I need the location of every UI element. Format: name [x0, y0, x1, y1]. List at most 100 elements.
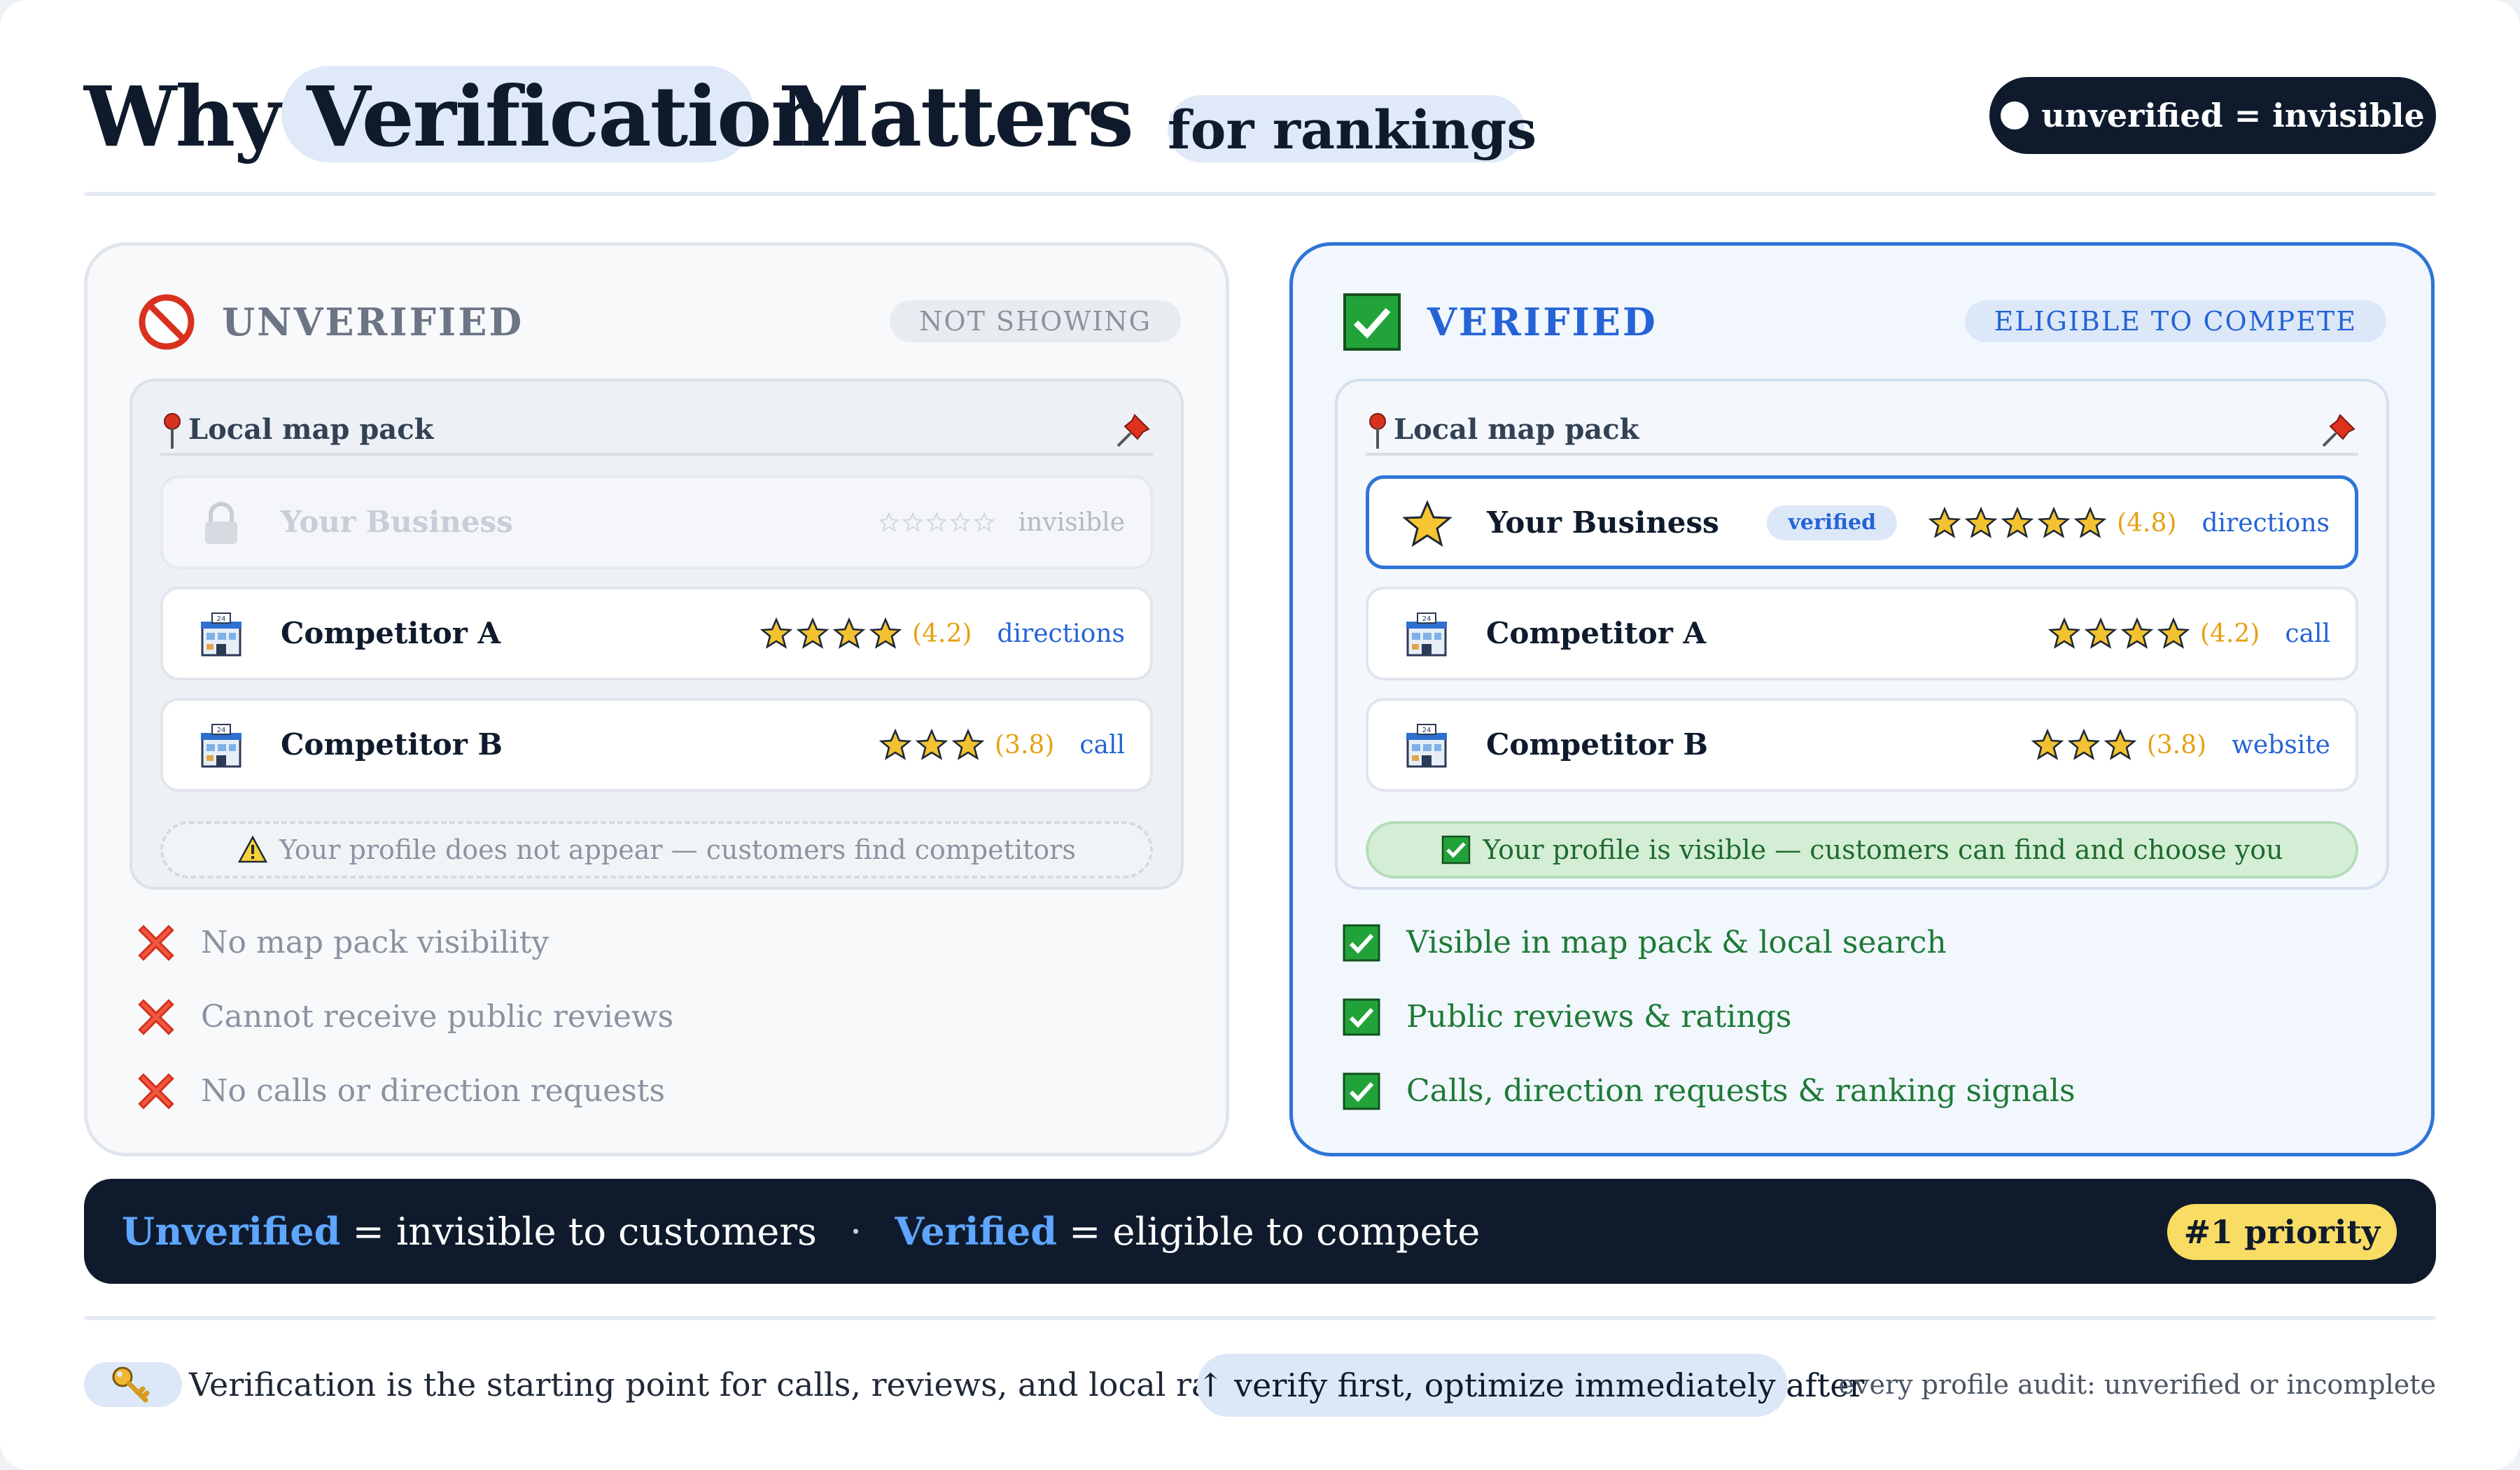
unverified-header: UNVERIFIED NOT SHOWING	[136, 290, 1181, 354]
cross-icon	[138, 1073, 174, 1110]
no-entry-icon	[139, 294, 195, 350]
verified-badge: verified	[1767, 505, 1898, 540]
footer-pill: ↑ verify first, optimize immediately aft…	[1197, 1354, 1864, 1417]
unverified-panel: UNVERIFIED NOT SHOWING Local map pack Yo…	[84, 242, 1229, 1156]
unverified-title: UNVERIFIED	[222, 300, 524, 344]
summary-verified-keyword: Verified	[895, 1209, 1057, 1254]
check-box-icon	[1442, 835, 1471, 864]
listing-row: 24 Competitor B (3.8) website	[1366, 698, 2358, 792]
star-icon	[869, 617, 902, 649]
rating-value: (4.8)	[2117, 508, 2177, 538]
summary-verified-text: = eligible to compete	[1069, 1210, 1480, 1254]
star-rating	[878, 512, 995, 533]
summary-separator: ·	[849, 1210, 862, 1254]
cross-icon	[138, 925, 174, 961]
call-link[interactable]: call	[2285, 620, 2330, 648]
listing-name: Competitor B	[1486, 727, 1708, 762]
svg-text:24: 24	[1422, 727, 1432, 734]
map-pin-icon	[164, 413, 181, 449]
header-badge-label: unverified = invisible	[2041, 97, 2425, 134]
star-icon	[1403, 500, 1452, 547]
store-icon: 24	[201, 724, 241, 768]
rating-value: (3.8)	[2146, 730, 2207, 760]
verified-header: VERIFIED ELIGIBLE TO COMPETE	[1342, 290, 2386, 354]
listing-row: 24 Competitor B (3.8) call	[160, 698, 1153, 792]
map-pack-note-text: Your profile is visible — customers can …	[1483, 834, 2283, 865]
footer-text: Verification is the starting point for c…	[189, 1366, 1320, 1404]
check-box-icon	[1343, 924, 1380, 962]
map-pack-header: Local map pack	[160, 407, 1153, 456]
map-pin-icon	[1369, 413, 1386, 449]
star-icon	[951, 728, 985, 760]
check-box-icon	[1343, 1072, 1380, 1110]
pushpin-icon	[1116, 414, 1150, 447]
bullet-text: Visible in map pack & local search	[1406, 925, 1947, 960]
pushpin-icon	[2322, 414, 2356, 447]
bullet-text: Public reviews & ratings	[1406, 999, 1792, 1035]
listing-row: Your Business verified (4.8) directions	[1366, 475, 2358, 569]
star-icon	[2001, 506, 2034, 538]
map-pack: Local map pack Your Business verified (4…	[1335, 379, 2389, 890]
title-row: Why Verification Matters for rankings un…	[84, 64, 2436, 169]
map-pack-note: Your profile is visible — customers can …	[1366, 821, 2358, 878]
footer: Verification is the starting point for c…	[84, 1350, 2436, 1417]
summary-unverified-text: = invisible to customers	[352, 1210, 817, 1254]
svg-text:24: 24	[1422, 615, 1432, 623]
listing-name: Your Business	[281, 505, 513, 539]
website-link[interactable]: website	[2232, 731, 2330, 760]
star-icon	[2031, 728, 2064, 760]
bullet-text: Calls, direction requests & ranking sign…	[1406, 1073, 2076, 1109]
star-icon	[2037, 506, 2071, 538]
infographic-page: Why Verification Matters for rankings un…	[0, 0, 2520, 1470]
star-icon	[915, 728, 948, 760]
bullet-text: No map pack visibility	[201, 925, 550, 960]
star-rating	[2047, 617, 2190, 650]
svg-text:24: 24	[217, 727, 226, 734]
map-pack-label: Local map pack	[188, 413, 434, 446]
check-box-icon	[1343, 293, 1401, 351]
map-pack-header: Local map pack	[1366, 407, 2358, 456]
star-outline-icon	[973, 512, 995, 532]
footer-divider	[84, 1316, 2436, 1320]
star-outline-icon	[878, 512, 899, 532]
directions-link[interactable]: directions	[997, 620, 1125, 648]
bullet-text: No calls or direction requests	[201, 1073, 666, 1109]
store-icon: 24	[1406, 724, 1447, 768]
directions-link[interactable]: directions	[2202, 509, 2330, 538]
subtitle-pill: for rankings	[1168, 95, 1536, 162]
star-icon	[878, 728, 912, 760]
key-pill	[84, 1362, 182, 1407]
star-rating	[760, 617, 902, 650]
star-icon	[2084, 617, 2118, 649]
verified-title: VERIFIED	[1427, 300, 1658, 344]
warning-icon	[238, 835, 268, 863]
summary-text: Unverified = invisible to customers · Ve…	[122, 1179, 1480, 1284]
bullet-text: Cannot receive public reviews	[201, 999, 674, 1035]
listing-row: 24 Competitor A (4.2) directions	[160, 587, 1153, 680]
star-outline-icon	[949, 512, 971, 532]
star-icon	[2120, 617, 2154, 649]
title-matters: Matters	[778, 68, 1134, 165]
list-item: Calls, direction requests & ranking sign…	[1342, 1063, 2382, 1138]
map-pack-note-text: Your profile does not appear — customers…	[279, 834, 1076, 865]
list-item: No calls or direction requests	[136, 1063, 1177, 1138]
svg-text:24: 24	[217, 615, 226, 623]
list-item: Visible in map pack & local search	[1342, 915, 2382, 989]
store-icon: 24	[201, 612, 241, 657]
list-item: No map pack visibility	[136, 915, 1177, 989]
priority-badge: #1 priority	[2167, 1204, 2397, 1260]
header-badge: unverified = invisible	[1989, 77, 2436, 154]
rating-value: (3.8)	[995, 730, 1055, 760]
star-icon	[796, 617, 830, 649]
star-icon	[2157, 617, 2190, 649]
star-icon	[2047, 617, 2081, 649]
title-verification: Verification	[307, 68, 831, 165]
listing-name: Competitor B	[281, 727, 503, 762]
list-item: Cannot receive public reviews	[136, 989, 1177, 1063]
call-link[interactable]: call	[1079, 731, 1125, 760]
title-why: Why	[84, 68, 282, 165]
header-divider	[84, 192, 2436, 196]
star-icon	[1928, 506, 1961, 538]
unverified-bullet-list: No map pack visibility Cannot receive pu…	[136, 915, 1177, 1138]
list-item: Public reviews & ratings	[1342, 989, 2382, 1063]
